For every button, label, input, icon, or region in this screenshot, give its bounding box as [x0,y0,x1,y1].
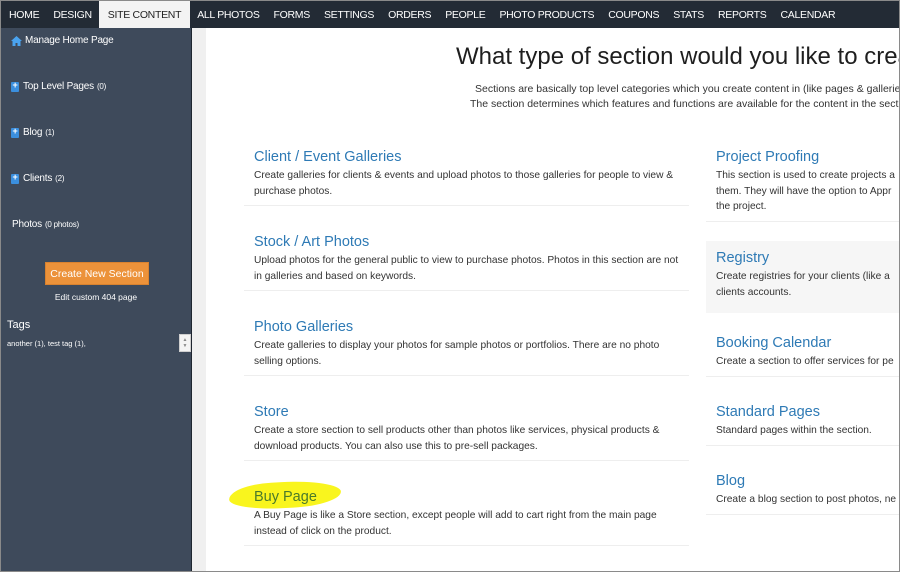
section-option-standard-pages[interactable]: Standard Pages Standard pages within the… [706,395,899,446]
main-content: What type of section would you like to c… [206,28,900,571]
section-title[interactable]: Standard Pages [716,404,820,420]
sidebar-item-clients[interactable]: Clients (2) [11,172,65,184]
add-page-icon [11,172,19,184]
section-description: Create a section to offer services for p… [716,354,899,370]
edit-404-link[interactable]: Edit custom 404 page [1,292,191,302]
section-title[interactable]: Store [254,404,289,420]
nav-settings[interactable]: SETTINGS [317,1,381,28]
section-description: Create galleries to display your photos … [254,340,660,367]
section-description: Create a blog section to post photos, ne [716,492,899,508]
page-title: What type of section would you like to c… [456,43,900,70]
tags-scrollbar[interactable]: ▲ ▼ [179,334,191,352]
nav-home[interactable]: HOME [2,1,46,28]
section-description: This section is used to create projects … [716,168,899,215]
nav-forms[interactable]: FORMS [267,1,317,28]
tags-heading: Tags [7,319,31,331]
nav-all-photos[interactable]: ALL PHOTOS [190,1,266,28]
description-line: This section is used to create projects … [716,170,895,181]
section-title[interactable]: Project Proofing [716,149,819,165]
section-title[interactable]: Blog [716,473,745,489]
description-line: Create a blog section to post photos, ne [716,494,897,505]
sidebar-item-count: (0) [96,82,107,91]
section-option-buy-page[interactable]: Buy Page A Buy Page is like a Store sect… [244,480,689,546]
section-title[interactable]: Client / Event Galleries [254,149,401,165]
scroll-down-icon[interactable]: ▼ [183,343,188,349]
sidebar-item-manage-home[interactable]: Manage Home Page [11,35,114,46]
section-option-booking-calendar[interactable]: Booking Calendar Create a section to off… [706,326,899,377]
home-icon [11,35,22,46]
sidebar-item-label: Clients [23,173,53,184]
nav-stats[interactable]: STATS [666,1,711,28]
section-description: Create galleries for clients & events an… [254,170,674,197]
description-line: Standard pages within the section. [716,425,872,436]
section-description: Upload photos for the general public to … [254,255,679,282]
nav-design[interactable]: DESIGN [46,1,98,28]
sidebar-item-count: (0 photos) [44,220,79,229]
section-description: A Buy Page is like a Store section, exce… [254,510,657,537]
create-new-section-button[interactable]: Create New Section [45,262,149,285]
nav-orders[interactable]: ORDERS [381,1,438,28]
section-option-blog[interactable]: Blog Create a blog section to post photo… [706,464,899,515]
nav-people[interactable]: PEOPLE [438,1,492,28]
top-nav: HOME DESIGN SITE CONTENT ALL PHOTOS FORM… [1,1,899,28]
section-title[interactable]: Photo Galleries [254,319,353,335]
sidebar-item-label: Photos [12,219,42,230]
section-title[interactable]: Booking Calendar [716,335,831,351]
description-line: clients accounts. [716,286,792,298]
sidebar-item-count: (2) [55,174,65,183]
section-option-store[interactable]: Store Create a store section to sell pro… [244,395,689,461]
sidebar-item-label: Blog [23,127,43,138]
section-title[interactable]: Registry [716,250,769,266]
sidebar-item-count: (1) [45,128,55,137]
nav-photo-products[interactable]: PHOTO PRODUCTS [492,1,601,28]
intro-text: Sections are basically top level categor… [406,82,900,112]
sidebar: Manage Home Page Top Level Pages (0) Blo… [1,28,191,571]
nav-calendar[interactable]: CALENDAR [773,1,842,28]
app-window: HOME DESIGN SITE CONTENT ALL PHOTOS FORM… [0,0,900,572]
section-description: Create a store section to sell products … [254,425,660,452]
description-line: Create registries for your clients (like… [716,271,890,282]
section-description: Standard pages within the section. [716,423,899,439]
intro-line-2: The section determines which features an… [470,98,900,110]
sidebar-item-top-level-pages[interactable]: Top Level Pages (0) [11,80,107,92]
section-option-client-event-galleries[interactable]: Client / Event Galleries Create gallerie… [244,140,689,206]
tags-list[interactable]: another (1), test tag (1), [7,339,86,348]
sidebar-item-label: Top Level Pages [23,81,94,92]
add-page-icon [11,126,19,138]
section-title[interactable]: Stock / Art Photos [254,234,369,250]
sidebar-item-blog[interactable]: Blog (1) [11,126,55,138]
section-option-photo-galleries[interactable]: Photo Galleries Create galleries to disp… [244,310,689,376]
section-title-highlighted[interactable]: Buy Page [254,489,317,505]
sidebar-item-photos[interactable]: Photos (0 photos) [12,219,79,230]
section-option-registry[interactable]: Registry Create registries for your clie… [706,241,899,313]
section-option-project-proofing[interactable]: Project Proofing This section is used to… [706,140,899,222]
add-page-icon [11,80,19,92]
description-line: them. They will have the option to Appr [716,185,892,197]
nav-reports[interactable]: REPORTS [711,1,773,28]
description-line: the project. [716,201,767,212]
sidebar-item-label: Manage Home Page [25,35,114,46]
description-line: Create a section to offer services for p… [716,356,894,367]
section-option-stock-art-photos[interactable]: Stock / Art Photos Upload photos for the… [244,225,689,291]
section-description: Create registries for your clients (like… [716,269,899,300]
intro-line-1: Sections are basically top level categor… [475,83,900,95]
nav-site-content[interactable]: SITE CONTENT [98,1,191,28]
nav-coupons[interactable]: COUPONS [601,1,666,28]
content-gutter [191,28,206,571]
